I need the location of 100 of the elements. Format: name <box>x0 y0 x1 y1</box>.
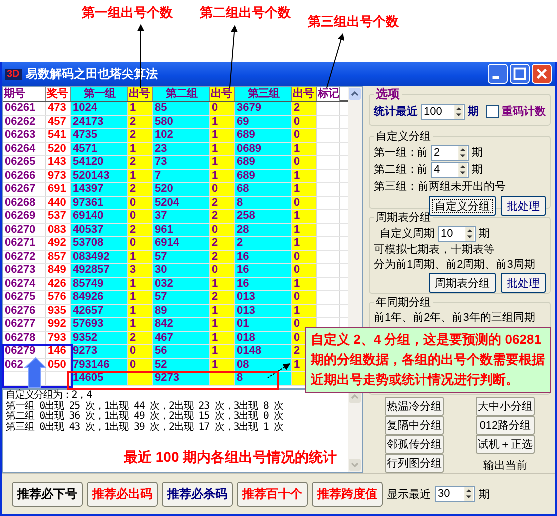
spin-arrows-icon[interactable] <box>458 162 468 177</box>
number-field[interactable]: 2 <box>431 144 469 161</box>
table-cell: 40537 <box>71 224 128 236</box>
column-header[interactable]: 第一组 <box>71 87 128 101</box>
table-cell: 57 <box>153 250 210 263</box>
stats-caption: 最近 100 期内各组出号情况的统计 <box>124 449 338 467</box>
column-header[interactable]: 标记 <box>317 87 340 101</box>
table-cell: 1 <box>210 156 235 168</box>
number-field[interactable]: 30 <box>435 486 475 502</box>
recommend-button[interactable]: 推荐必下号 <box>12 482 83 506</box>
table-cell: 1 <box>292 304 317 317</box>
table-cell: 06262 <box>3 116 46 128</box>
table-cell: 84926 <box>71 291 128 304</box>
group-note: 可模拟七期表，十期表等 <box>374 242 496 258</box>
table-cell: 689 <box>235 170 292 182</box>
checkbox-label[interactable]: 重码计数 <box>502 104 546 119</box>
close-icon[interactable] <box>532 64 552 84</box>
table-cell: 0 <box>292 129 317 142</box>
table-cell: 6914 <box>153 237 210 250</box>
table-cell: 0 <box>292 116 317 128</box>
cycle-group-button[interactable]: 周期表分组 <box>429 273 496 294</box>
table-cell: 2 <box>292 102 317 114</box>
annotation-label: 第二组出号个数 <box>200 4 291 22</box>
table-cell: 2 <box>128 129 153 142</box>
table-cell: 102 <box>153 129 210 142</box>
table-cell: 1 <box>292 224 317 236</box>
recommend-button[interactable]: 推荐百十个 <box>237 482 308 506</box>
group-title: 自定义分组 <box>375 130 432 144</box>
arrow <box>326 33 345 88</box>
table-cell: 473 <box>46 102 71 114</box>
number-field[interactable]: 100 <box>421 104 465 120</box>
minimize-icon[interactable] <box>488 64 508 84</box>
group-title: 年同期分组 <box>375 296 432 310</box>
table-cell: 9273 <box>153 372 210 384</box>
group-button[interactable]: 复隔中分组 <box>385 416 444 435</box>
group-button[interactable]: 大中小分组 <box>476 397 535 416</box>
group-button[interactable]: 邻孤传分组 <box>385 435 444 454</box>
field-label: 自定义周期 <box>380 226 435 242</box>
field-label: 前 <box>417 163 428 178</box>
recommend-button[interactable]: 推荐必出码 <box>87 482 158 506</box>
table-cell: 1 <box>292 237 317 250</box>
spin-arrows-icon[interactable] <box>464 487 474 501</box>
group-button[interactable]: 012路分组 <box>476 416 535 435</box>
checkbox[interactable] <box>486 105 499 118</box>
field-label: 显示最近 <box>387 488 431 502</box>
column-header[interactable]: 第三组 <box>235 87 292 101</box>
table-cell: 16 <box>235 264 292 276</box>
table-cell: 492857 <box>71 264 128 276</box>
table-cell: 576 <box>46 291 71 304</box>
table-cell: 992 <box>46 318 71 330</box>
table-cell: 06277 <box>3 318 46 330</box>
column-header[interactable]: 出号 <box>210 87 235 101</box>
group-button[interactable]: 热温冷分组 <box>385 397 444 416</box>
table-cell: 06271 <box>3 237 46 250</box>
stats-line: 第三组 0出现 43 次，1出现 39 次，2出现 17 次，3出现 1 次 <box>6 422 285 433</box>
table-cell: 3 <box>128 264 153 276</box>
group-note: 第三组：前两组未开出的号 <box>374 180 507 196</box>
batch-button[interactable]: 批处理 <box>501 196 546 216</box>
table-cell: 689 <box>235 129 292 142</box>
spin-arrows-icon[interactable] <box>465 226 475 241</box>
stats-text-area[interactable]: 自定义分组为：2，4 第一组 0出现 25 次，1出现 44 次，2出现 23 次，3出现 8 次 第二组 0出现 36 次，1出现 49 次，2出现 15 次，3出现 0 次 第三组 0出现 43 次，1出现 39 次，2出现 17 次，3出现 1 次 最近 100 期内各组出号情况的统计 <box>2 389 363 473</box>
unit-label: 期 <box>472 146 483 160</box>
column-header[interactable]: 出号 <box>128 87 153 101</box>
table-cell: 06272 <box>3 250 46 263</box>
table-cell: 0 <box>128 358 153 371</box>
column-header[interactable]: 第二组 <box>153 87 210 101</box>
annotation-label: 第三组出号个数 <box>308 13 399 31</box>
table-cell: 691 <box>46 183 71 196</box>
table-cell: 57693 <box>71 318 128 330</box>
spin-arrows-icon[interactable] <box>458 146 468 160</box>
table-cell: 2 <box>210 210 235 222</box>
spin-arrows-icon[interactable] <box>454 104 464 118</box>
column-header[interactable]: 出号 <box>292 87 317 101</box>
output-label: 输出当前 <box>484 459 528 473</box>
table-cell: 52 <box>153 358 210 371</box>
number-field[interactable]: 10 <box>438 226 476 242</box>
column-header[interactable]: 奖号 <box>46 87 71 101</box>
table-cell: 0 <box>128 345 153 358</box>
stats-line: 第二组 0出现 36 次，1出现 49 次，2出现 15 次，3出现 0 次 <box>6 412 285 422</box>
table-cell: 06264 <box>3 142 46 155</box>
column-header[interactable]: 期号 <box>3 87 46 101</box>
table-cell: 2 <box>128 116 153 128</box>
table-cell: 1 <box>210 278 235 290</box>
table-cell: 9273 <box>71 345 128 358</box>
scroll-up-icon[interactable] <box>349 88 361 100</box>
table-cell: 2 <box>128 224 153 236</box>
recommend-button[interactable]: 推荐跨度值 <box>312 482 383 506</box>
group-button[interactable]: 行列图分组 <box>385 454 444 473</box>
table-cell: 440 <box>46 196 71 209</box>
recommend-button[interactable]: 推荐必杀码 <box>162 482 233 506</box>
custom-group-button[interactable]: 自定义分组 <box>429 196 496 216</box>
group-button[interactable]: 试机＋正选 <box>476 435 535 454</box>
maximize-icon[interactable] <box>510 64 530 84</box>
batch-button[interactable]: 批处理 <box>501 273 546 294</box>
scrollbar[interactable] <box>348 390 362 472</box>
arrow-shape <box>24 357 48 388</box>
table-cell: 1 <box>128 318 153 330</box>
table-cell: 23 <box>153 142 210 155</box>
table-cell: 06261 <box>3 102 46 114</box>
number-field[interactable]: 4 <box>431 162 469 178</box>
